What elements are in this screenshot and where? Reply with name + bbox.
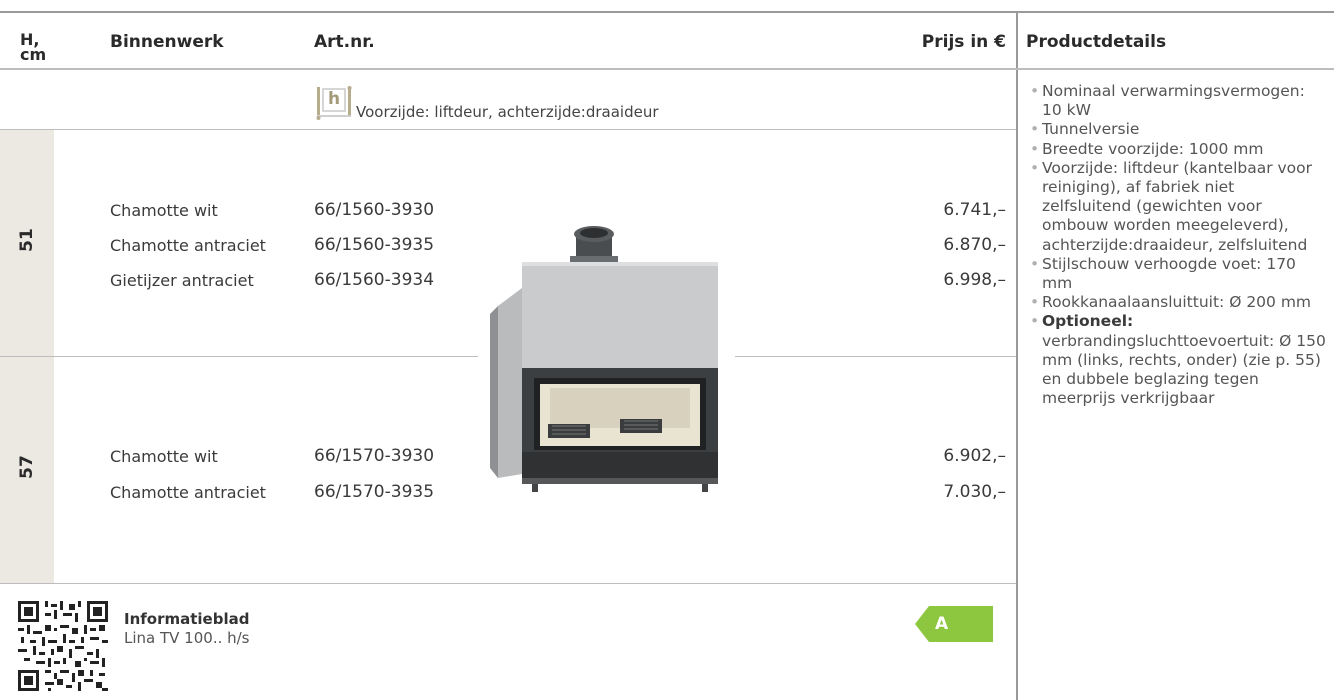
detail-item: Voorzijde: liftdeur (kantelbaar voor rei… (1030, 159, 1328, 255)
header-binnenwerk: Binnenwerk (110, 32, 224, 52)
row-rule-bottom (0, 583, 1016, 584)
row-binnenwerk: Chamotte antraciet (110, 236, 266, 255)
optional-label: Optioneel: (1042, 312, 1134, 331)
product-details: Nominaal verwarmingsvermogen: 10 kW Tunn… (1030, 82, 1328, 408)
row-rule-middle-right (735, 356, 1016, 357)
detail-item: Tunnelversie (1030, 120, 1328, 139)
column-divider (1016, 11, 1018, 700)
row-binnenwerk: Gietijzer antraciet (110, 271, 254, 290)
header-artnr: Art.nr. (314, 32, 375, 52)
header-prijs: Prijs in € (921, 32, 1006, 52)
door-type-icon-letter: h (328, 89, 341, 109)
row-prijs: 6.741,– (943, 200, 1006, 220)
door-info-text: Voorzijde: liftdeur, achterzijde:draaide… (356, 103, 659, 121)
row-rule-top (0, 129, 1016, 130)
row-artnr: 66/1560-3934 (314, 270, 435, 290)
row-prijs: 6.902,– (943, 446, 1006, 466)
row-rule-middle-left (0, 356, 478, 357)
detail-item-optional: Optioneel: verbrandingsluchttoevoertuit:… (1030, 312, 1328, 408)
row-prijs: 7.030,– (943, 482, 1006, 502)
header-rule (0, 68, 1334, 70)
energy-label-class: A (935, 614, 949, 634)
row-binnenwerk: Chamotte wit (110, 201, 218, 220)
detail-item: Rookkanaalaansluittuit: Ø 200 mm (1030, 293, 1328, 312)
info-sheet-title: Informatieblad (124, 610, 250, 628)
info-sheet-model: Lina TV 100.. h/s (124, 629, 250, 647)
height-band-51: 51 (0, 130, 54, 356)
row-prijs: 6.870,– (943, 235, 1006, 255)
detail-item: Nominaal verwarmingsvermogen: 10 kW (1030, 82, 1328, 120)
row-prijs: 6.998,– (943, 270, 1006, 290)
row-artnr: 66/1560-3935 (314, 235, 435, 255)
header-height: H, cm (20, 30, 47, 64)
row-binnenwerk: Chamotte wit (110, 447, 218, 466)
height-value-51: 51 (17, 228, 37, 252)
row-binnenwerk: Chamotte antraciet (110, 483, 266, 502)
top-rule (0, 11, 1334, 13)
height-value-57: 57 (17, 455, 37, 479)
door-type-icon: h (314, 86, 354, 120)
row-artnr: 66/1570-3930 (314, 446, 435, 466)
detail-item: Stijlschouw verhoogde voet: 170 mm (1030, 255, 1328, 293)
qr-code-icon (18, 601, 108, 691)
optional-text: verbrandingsluchttoevoertuit: Ø 150 mm (… (1042, 331, 1326, 408)
row-artnr: 66/1570-3935 (314, 482, 435, 502)
detail-item: Breedte voorzijde: 1000 mm (1030, 140, 1328, 159)
fireplace-product-image (478, 216, 736, 498)
height-band-57: 57 (0, 357, 54, 583)
header-productdetails: Productdetails (1026, 32, 1167, 52)
row-artnr: 66/1560-3930 (314, 200, 435, 220)
energy-label-badge: A (915, 606, 993, 642)
